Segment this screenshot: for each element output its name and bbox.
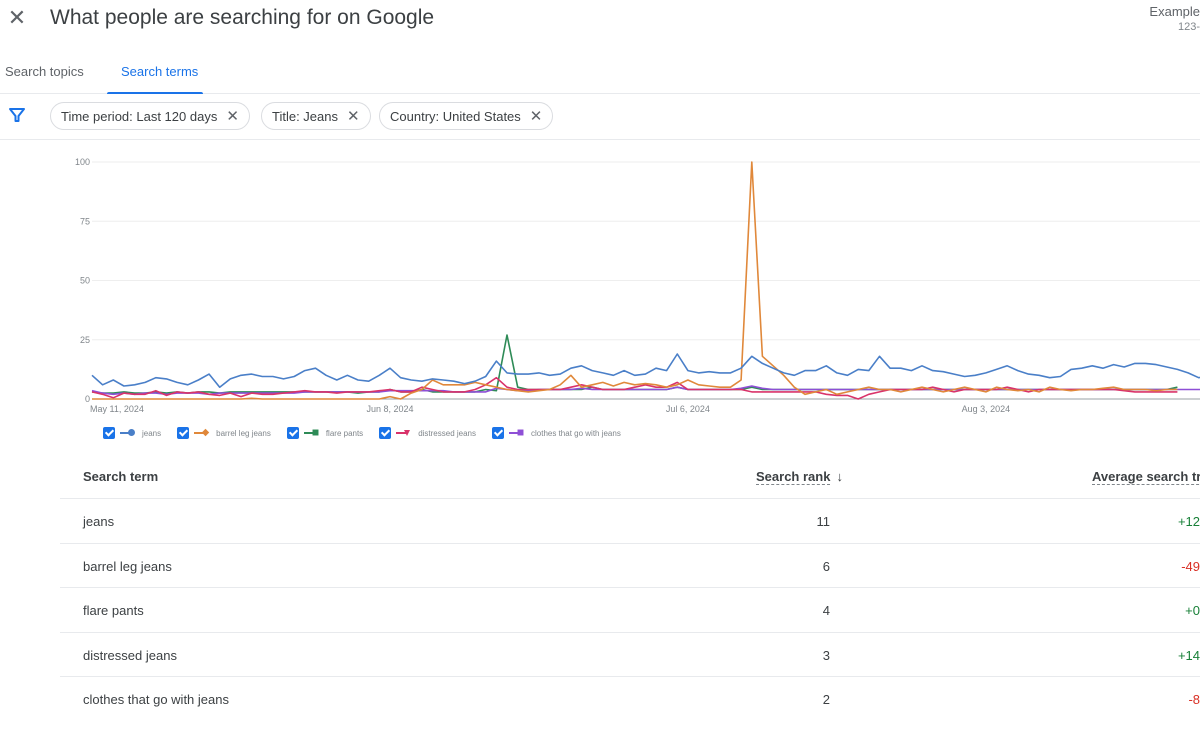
y-tick-label: 100 [75,157,90,167]
close-icon[interactable]: ✕ [6,6,28,30]
legend-item[interactable]: barrel leg jeans [177,427,271,439]
cell-average-search-trend: +14 [1177,647,1200,663]
legend-item[interactable]: clothes that go with jeans [492,427,621,439]
table-row[interactable]: clothes that go with jeans 2 -8 [60,677,1200,722]
legend-square-marker-icon [303,428,320,438]
legend-checkbox[interactable] [492,427,504,439]
cell-average-search-trend: +0 [1185,603,1200,618]
remove-filter-icon[interactable]: ✕ [530,107,543,125]
x-tick-label: Jul 6, 2024 [666,404,710,414]
cell-search-rank: 11 [816,514,831,529]
page-title: What people are searching for on Google [50,6,435,29]
chip-label: Country: United States [390,108,521,124]
legend-label: clothes that go with jeans [531,428,621,438]
y-tick-label: 0 [85,394,90,404]
legend-item[interactable]: jeans [103,427,161,439]
legend-label: barrel leg jeans [216,428,271,438]
series-line-distressed-jeans [91,376,1178,400]
legend-item[interactable]: distressed jeans [379,427,476,439]
cell-search-term: barrel leg jeans [83,558,172,574]
x-tick-label: Jun 8, 2024 [366,404,413,414]
y-tick-label: 50 [80,276,90,286]
y-tick-label: 25 [80,335,90,345]
cell-average-search-trend: -49 [1181,558,1200,574]
x-tick-label: May 11, 2024 [90,404,144,414]
table-row[interactable]: barrel leg jeans 6 -49 [60,544,1200,588]
table-row[interactable]: jeans 11 +12 [60,499,1200,544]
remove-filter-icon[interactable]: ✕ [347,107,360,125]
legend-label: jeans [142,428,162,438]
table-row[interactable]: flare pants 4 +0 [60,588,1200,633]
legend-label: distressed jeans [418,428,476,438]
filter-icon[interactable] [8,106,26,124]
legend-checkbox[interactable] [379,427,392,439]
legend-circle-marker-icon [120,428,136,438]
series-line-jeans [91,353,1200,388]
sort-descending-icon[interactable]: ↓ [836,469,843,484]
column-header-search-rank[interactable]: Search rank ↓ [756,469,843,485]
y-tick-label: 75 [80,216,90,226]
line-chart: 0 25 50 75 100 May 11, 2024 Jun 8, 2024 Jul 6, … [75,157,1200,414]
cell-average-search-trend: +12 [1177,514,1200,529]
cell-average-search-trend: -8 [1188,692,1200,707]
chip-label: Time period: Last 120 days [61,108,218,124]
tab-search-terms[interactable]: Search terms [107,64,203,94]
trend-chart: 0 25 50 75 100 May 11, 2024 Jun 8, 2024 Jul 6, … [60,150,1200,420]
table-body: jeans 11 +12 barrel leg jeans 6 -49 flare pant… [60,499,1200,722]
x-tick-label: Aug 3, 2024 [962,404,1011,414]
column-header-search-term: Search term [83,469,159,484]
legend-diamond-marker-icon [194,428,210,438]
cell-search-rank: 6 [822,558,830,574]
legend-checkbox[interactable] [286,427,299,439]
filter-chip-time-period[interactable]: Time period: Last 120 days ✕ [50,102,250,130]
legend-checkbox[interactable] [177,427,190,439]
table-header: Search term Search rank ↓ Average search … [60,455,1200,499]
search-rank-label: Search rank [756,469,831,485]
remove-filter-icon[interactable]: ✕ [226,107,239,125]
cell-search-rank: 4 [822,603,830,618]
legend-triangle-down-marker-icon [396,428,412,438]
search-terms-table: Search term Search rank ↓ Average search … [60,455,1200,722]
account-info[interactable]: Example 123- [1120,4,1200,33]
table-row[interactable]: distressed jeans 3 +14 [60,633,1200,677]
cell-search-term: flare pants [83,603,144,618]
chart-legend: jeans barrel leg jeans flare pants distress… [103,425,637,441]
filter-bar: Time period: Last 120 days ✕ Title: Jean… [0,94,1200,140]
cell-search-rank: 2 [822,692,830,707]
average-search-trend-label: Average search tre [1092,469,1200,485]
cell-search-term: jeans [83,514,115,529]
legend-item[interactable]: flare pants [286,427,364,439]
account-name: Example [1149,4,1200,19]
chip-label: Title: Jeans [272,108,338,124]
filter-chip-country[interactable]: Country: United States ✕ [379,102,554,130]
legend-checkbox[interactable] [103,427,115,439]
tab-search-topics[interactable]: Search topics [5,64,84,94]
tab-bar: Search topics Search terms [0,52,1200,94]
top-bar: ✕ What people are searching for on Googl… [0,0,1200,40]
legend-label: flare pants [325,428,364,438]
cell-search-term: distressed jeans [83,647,177,663]
legend-square-marker-icon [509,428,525,438]
account-id: 123- [1177,21,1200,33]
cell-search-term: clothes that go with jeans [83,692,229,707]
column-header-average-search-trend[interactable]: Average search tre [1092,469,1200,485]
filter-chip-title[interactable]: Title: Jeans ✕ [261,102,371,130]
cell-search-rank: 3 [822,647,830,663]
